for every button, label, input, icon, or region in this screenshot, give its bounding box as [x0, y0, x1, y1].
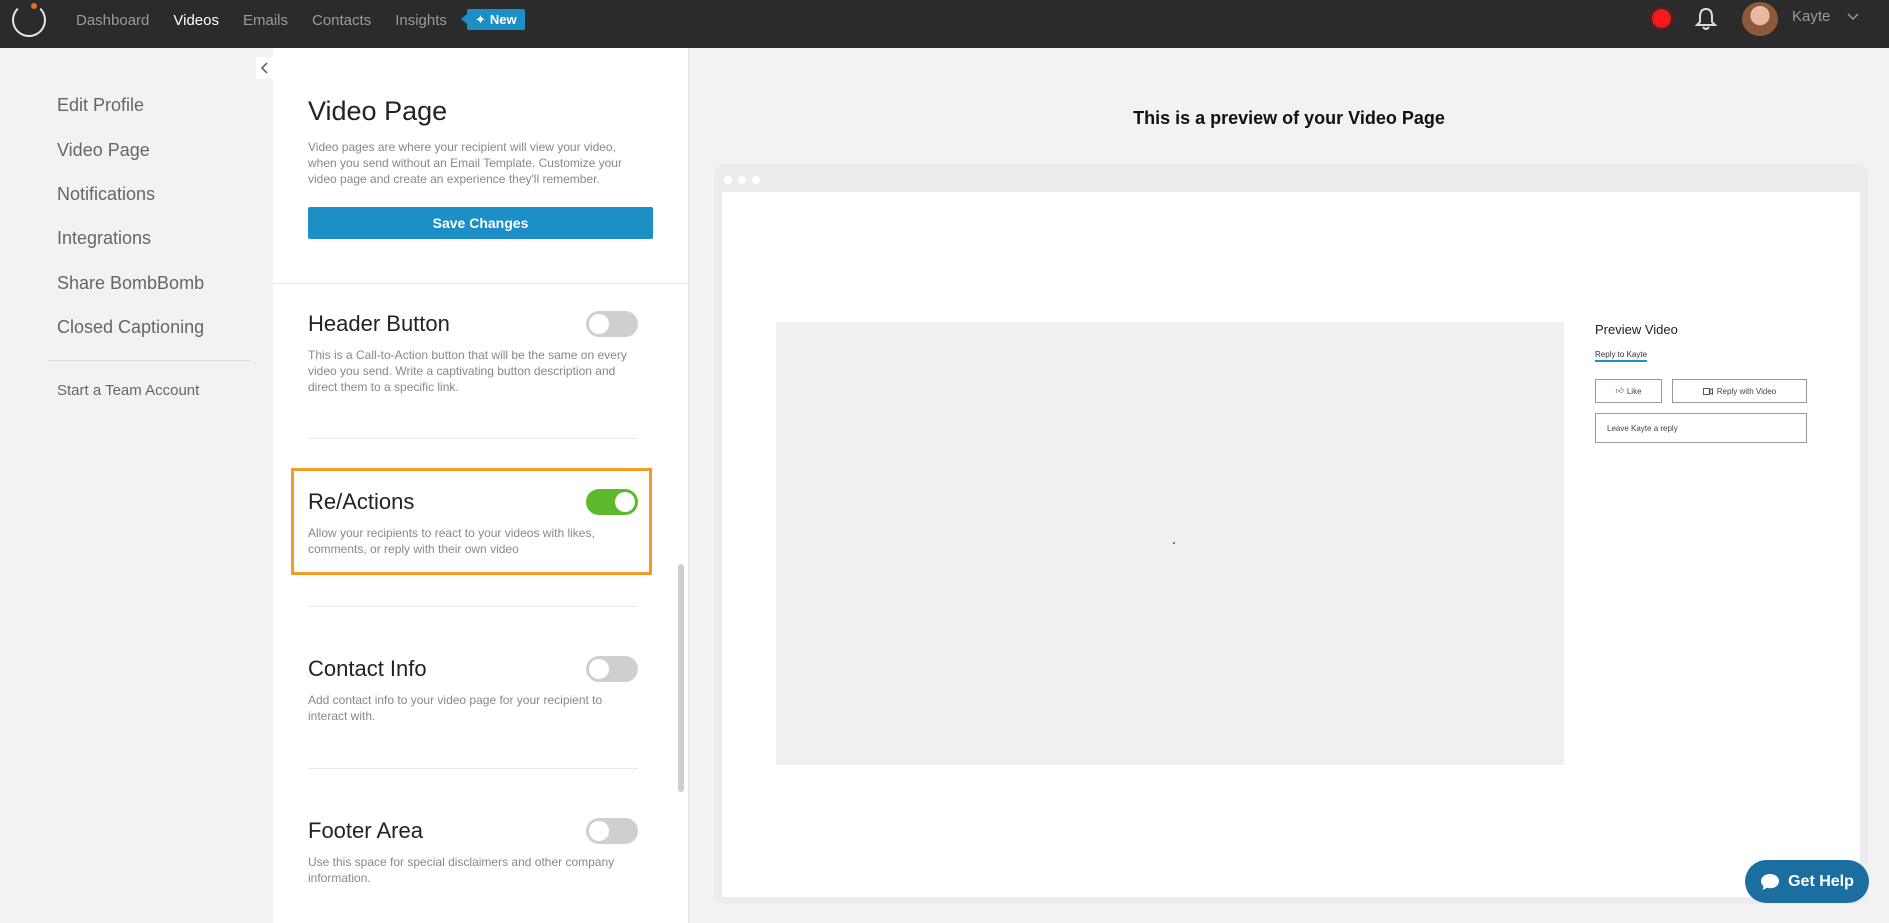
- section-divider: [308, 438, 638, 439]
- reply-with-video-label: Reply with Video: [1716, 386, 1777, 396]
- preview-heading: This is a preview of your Video Page: [1133, 108, 1445, 128]
- section-reactions: Re/Actions Allow your recipients to reac…: [308, 489, 638, 557]
- start-team-account-link[interactable]: Start a Team Account: [57, 382, 199, 399]
- scrollbar-thumb[interactable]: [678, 564, 684, 792]
- section-footer-area: Footer Area Use this space for special d…: [308, 818, 638, 886]
- section-description: This is a Call-to-Action button that wil…: [308, 348, 627, 394]
- video-camera-icon: [1702, 387, 1713, 395]
- reply-with-video-button[interactable]: Reply with Video: [1672, 379, 1807, 403]
- thumbs-up-icon: 👍︎: [1615, 386, 1624, 395]
- bombbomb-logo-icon[interactable]: [12, 3, 46, 37]
- like-label: Like: [1626, 386, 1642, 396]
- section-divider: [308, 768, 638, 769]
- contact-info-toggle[interactable]: [586, 656, 638, 682]
- reply-to-link[interactable]: Reply to Kayte: [1595, 350, 1648, 362]
- section-description: Allow your recipients to react to your v…: [308, 526, 595, 556]
- sidebar-item-edit-profile[interactable]: Edit Profile: [57, 95, 144, 116]
- section-contact-info: Contact Info Add contact info to your vi…: [308, 656, 638, 724]
- nav-emails[interactable]: Emails: [243, 12, 288, 29]
- get-help-label: Get Help: [1788, 872, 1854, 890]
- bell-icon[interactable]: [1694, 6, 1718, 32]
- sidebar-item-notifications[interactable]: Notifications: [57, 184, 155, 205]
- preview-video-title: Preview Video: [1595, 322, 1678, 337]
- section-header-button: Header Button This is a Call-to-Action b…: [308, 311, 638, 395]
- section-divider: [308, 606, 638, 607]
- top-navbar: Dashboard Videos Emails Contacts Insight…: [0, 0, 1889, 48]
- collapse-sidebar-button[interactable]: [256, 57, 274, 79]
- new-badge[interactable]: ✦ New: [461, 9, 525, 30]
- nav-contacts[interactable]: Contacts: [312, 12, 371, 29]
- user-name[interactable]: Kayte: [1792, 8, 1830, 25]
- settings-sidebar: Edit Profile Video Page Notifications In…: [0, 48, 273, 923]
- video-player-placeholder[interactable]: [776, 322, 1564, 765]
- video-page-settings-panel: Video Page Video pages are where your re…: [273, 48, 689, 923]
- nav-insights[interactable]: Insights: [395, 12, 447, 29]
- page-description: Video pages are where your recipient wil…: [308, 140, 622, 186]
- browser-preview-frame: Preview Video Reply to Kayte 👍︎ Like Rep…: [714, 164, 1868, 904]
- avatar[interactable]: [1742, 2, 1778, 36]
- preview-page: Preview Video Reply to Kayte 👍︎ Like Rep…: [722, 192, 1860, 897]
- sparkle-icon: ✦: [475, 11, 486, 27]
- save-changes-button[interactable]: Save Changes: [308, 207, 653, 239]
- video-page-header: Video Page Video pages are where your re…: [273, 48, 688, 284]
- chevron-left-icon: [260, 62, 268, 74]
- new-badge-label: New: [489, 12, 517, 27]
- sidebar-item-video-page[interactable]: Video Page: [57, 140, 150, 161]
- page-title: Video Page: [308, 96, 448, 126]
- get-help-button[interactable]: Get Help: [1745, 860, 1869, 903]
- section-description: Use this space for special disclaimers a…: [308, 855, 615, 885]
- like-button[interactable]: 👍︎ Like: [1595, 379, 1662, 403]
- window-dots-icon: [724, 176, 760, 184]
- chat-bubble-icon: [1761, 873, 1780, 890]
- sidebar-item-integrations[interactable]: Integrations: [57, 228, 151, 249]
- header-button-toggle[interactable]: [586, 311, 638, 337]
- nav-videos[interactable]: Videos: [173, 12, 219, 29]
- sidebar-item-closed-captioning[interactable]: Closed Captioning: [57, 317, 204, 338]
- section-description: Add contact info to your video page for …: [308, 693, 603, 723]
- footer-area-toggle[interactable]: [586, 818, 638, 844]
- reactions-toggle[interactable]: [586, 489, 638, 515]
- nav-dashboard[interactable]: Dashboard: [76, 12, 149, 29]
- sidebar-divider: [48, 360, 251, 361]
- reply-input[interactable]: Leave Kayte a reply: [1595, 413, 1807, 443]
- chevron-down-icon[interactable]: [1846, 10, 1860, 24]
- record-icon[interactable]: [1650, 7, 1673, 30]
- sidebar-item-share-bombbomb[interactable]: Share BombBomb: [57, 273, 204, 294]
- main-nav: Dashboard Videos Emails Contacts Insight…: [76, 0, 447, 40]
